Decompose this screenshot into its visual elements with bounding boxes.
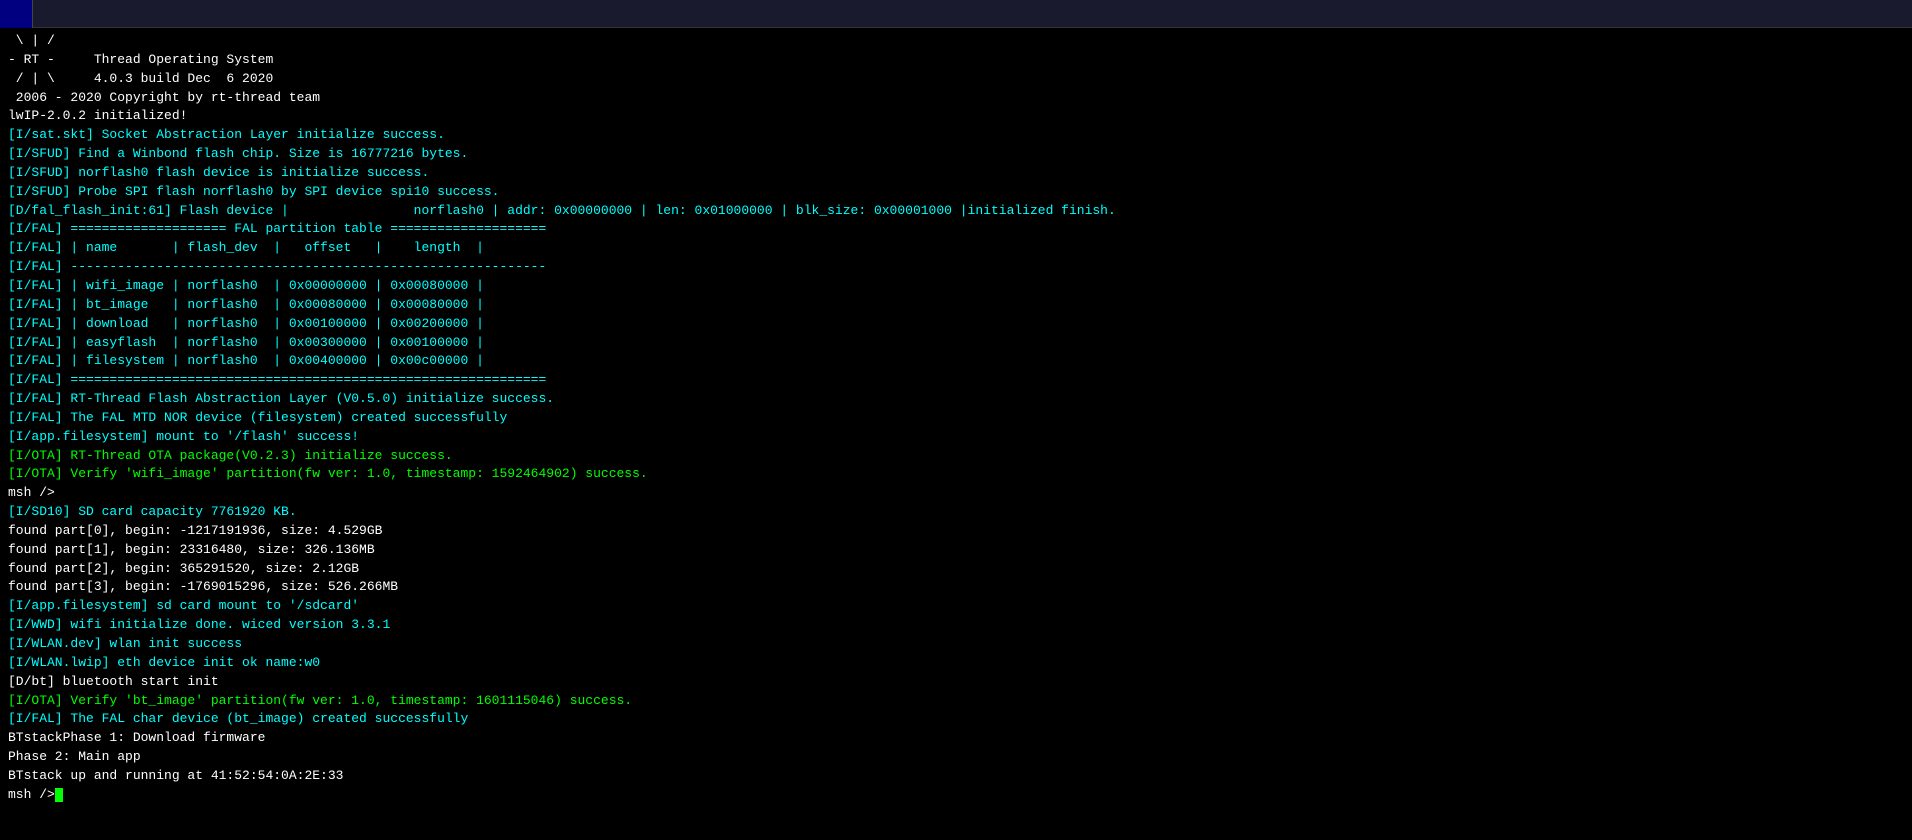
terminal-line: [D/fal_flash_init:61] Flash device | nor… (8, 202, 1904, 221)
terminal-line: / | \ 4.0.3 build Dec 6 2020 (8, 70, 1904, 89)
terminal-line: found part[2], begin: 365291520, size: 2… (8, 560, 1904, 579)
terminal-line: [I/SD10] SD card capacity 7761920 KB. (8, 503, 1904, 522)
terminal-line: msh /> (8, 484, 1904, 503)
terminal-line: [I/FAL] | filesystem | norflash0 | 0x004… (8, 352, 1904, 371)
terminal-line: [I/OTA] Verify 'wifi_image' partition(fw… (8, 465, 1904, 484)
terminal-line: [I/OTA] RT-Thread OTA package(V0.2.3) in… (8, 447, 1904, 466)
terminal-line: [I/SFUD] Find a Winbond flash chip. Size… (8, 145, 1904, 164)
terminal-line: [I/FAL] The FAL char device (bt_image) c… (8, 710, 1904, 729)
terminal-line: [I/OTA] Verify 'bt_image' partition(fw v… (8, 692, 1904, 711)
terminal-line: [I/app.filesystem] sd card mount to '/sd… (8, 597, 1904, 616)
terminal-line: [I/FAL] ================================… (8, 371, 1904, 390)
maximize-button[interactable] (1882, 12, 1894, 16)
terminal: \ | /- RT - Thread Operating System / | … (0, 28, 1912, 840)
terminal-line: [I/SFUD] Probe SPI flash norflash0 by SP… (8, 183, 1904, 202)
terminal-line: Phase 2: Main app (8, 748, 1904, 767)
terminal-line: lwIP-2.0.2 initialized! (8, 107, 1904, 126)
terminal-line: [I/FAL] | easyflash | norflash0 | 0x0030… (8, 334, 1904, 353)
terminal-line: [I/sat.skt] Socket Abstraction Layer ini… (8, 126, 1904, 145)
terminal-line: msh /> (8, 786, 1904, 805)
terminal-line: [D/bt] bluetooth start init (8, 673, 1904, 692)
terminal-line: found part[3], begin: -1769015296, size:… (8, 578, 1904, 597)
title-bar (0, 0, 1912, 28)
terminal-line: [I/WWD] wifi initialize done. wiced vers… (8, 616, 1904, 635)
add-tab-button[interactable] (33, 10, 49, 18)
tab-rtos[interactable] (0, 0, 33, 28)
terminal-line: [I/FAL] | name | flash_dev | offset | le… (8, 239, 1904, 258)
terminal-line: [I/FAL] --------------------------------… (8, 258, 1904, 277)
close-button[interactable] (1896, 12, 1908, 16)
terminal-line: BTstack up and running at 41:52:54:0A:2E… (8, 767, 1904, 786)
terminal-line: [I/WLAN.lwip] eth device init ok name:w0 (8, 654, 1904, 673)
terminal-line: - RT - Thread Operating System (8, 51, 1904, 70)
terminal-line: [I/app.filesystem] mount to '/flash' suc… (8, 428, 1904, 447)
terminal-cursor (55, 788, 63, 802)
terminal-line: found part[0], begin: -1217191936, size:… (8, 522, 1904, 541)
minimize-button[interactable] (1868, 12, 1880, 16)
terminal-line: [I/FAL] ==================== FAL partiti… (8, 220, 1904, 239)
terminal-line: [I/FAL] | bt_image | norflash0 | 0x00080… (8, 296, 1904, 315)
terminal-line: [I/FAL] | wifi_image | norflash0 | 0x000… (8, 277, 1904, 296)
terminal-line: [I/WLAN.dev] wlan init success (8, 635, 1904, 654)
terminal-line: [I/SFUD] norflash0 flash device is initi… (8, 164, 1904, 183)
terminal-line: BTstackPhase 1: Download firmware (8, 729, 1904, 748)
terminal-line: [I/FAL] | download | norflash0 | 0x00100… (8, 315, 1904, 334)
terminal-line: [I/FAL] RT-Thread Flash Abstraction Laye… (8, 390, 1904, 409)
terminal-line: \ | / (8, 32, 1904, 51)
title-bar-controls (1868, 12, 1912, 16)
terminal-line: found part[1], begin: 23316480, size: 32… (8, 541, 1904, 560)
terminal-line: [I/FAL] The FAL MTD NOR device (filesyst… (8, 409, 1904, 428)
terminal-line: 2006 - 2020 Copyright by rt-thread team (8, 89, 1904, 108)
